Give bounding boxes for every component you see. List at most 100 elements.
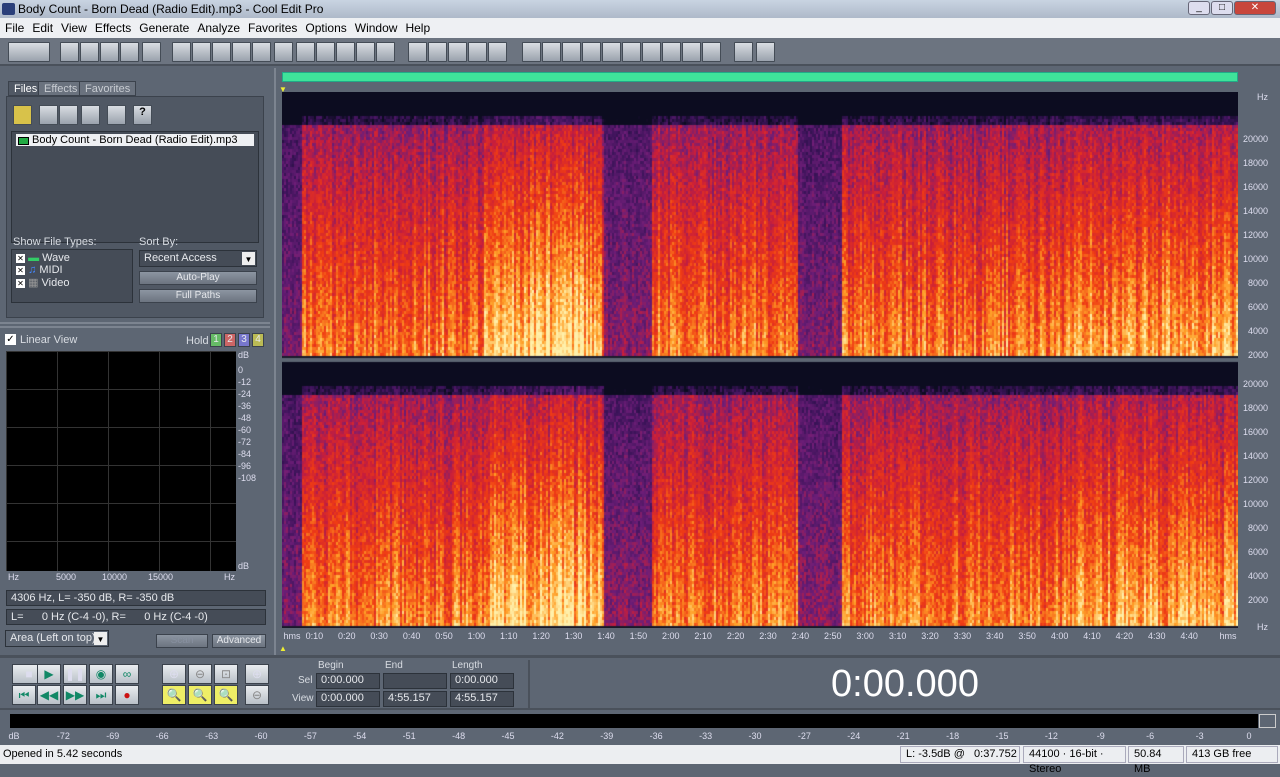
zoom-left-icon[interactable]: 🔍 bbox=[188, 685, 212, 705]
new-icon[interactable] bbox=[60, 42, 79, 62]
multitrack-2-icon[interactable] bbox=[468, 42, 487, 62]
view-end-field[interactable]: 4:55.157 bbox=[383, 691, 447, 707]
hold-1-button[interactable]: 1 bbox=[210, 333, 222, 347]
undo-icon[interactable] bbox=[172, 42, 191, 62]
file-list-item[interactable]: Body Count - Born Dead (Radio Edit).mp3 bbox=[16, 134, 254, 146]
tab-favorites[interactable]: Favorites bbox=[79, 81, 137, 96]
sort-by-select[interactable]: Recent Access ▼ bbox=[139, 250, 257, 267]
save-all-icon[interactable] bbox=[142, 42, 161, 62]
display-3-icon[interactable] bbox=[562, 42, 581, 62]
frequency-analysis-graph[interactable] bbox=[6, 351, 236, 571]
multitrack-icon[interactable] bbox=[448, 42, 467, 62]
menu-file[interactable]: File bbox=[5, 21, 24, 35]
redo-icon[interactable] bbox=[192, 42, 211, 62]
fast-forward-button[interactable]: ▶▶ bbox=[63, 685, 87, 705]
spectrogram-view[interactable] bbox=[282, 92, 1238, 628]
open-icon[interactable] bbox=[80, 42, 99, 62]
view-begin-field[interactable]: 0:00.000 bbox=[316, 691, 380, 707]
minimize-button[interactable]: _ bbox=[1188, 1, 1210, 15]
play-to-end-button[interactable]: ◉ bbox=[89, 664, 113, 684]
menu-generate[interactable]: Generate bbox=[139, 21, 189, 35]
edit-file-icon[interactable] bbox=[81, 105, 100, 125]
record-button[interactable]: ● bbox=[115, 685, 139, 705]
paste-new-icon[interactable] bbox=[336, 42, 355, 62]
chevron-down-icon[interactable]: ▼ bbox=[242, 252, 255, 265]
level-meter-icon[interactable] bbox=[662, 42, 681, 62]
repeat-icon[interactable] bbox=[212, 42, 231, 62]
linear-view-checkbox[interactable]: ✓ bbox=[5, 334, 16, 345]
extra-1-icon[interactable] bbox=[682, 42, 701, 62]
chevron-down-icon[interactable]: ▼ bbox=[94, 632, 107, 645]
splitter[interactable] bbox=[0, 322, 270, 328]
spectral-view-icon[interactable] bbox=[408, 42, 427, 62]
options-icon[interactable] bbox=[702, 42, 721, 62]
menu-options[interactable]: Options bbox=[305, 21, 346, 35]
go-to-end-button[interactable]: ⏭ bbox=[89, 685, 113, 705]
time-format-icon[interactable] bbox=[622, 42, 641, 62]
zoom-right-icon[interactable]: 🔍 bbox=[214, 685, 238, 705]
sel-length-field[interactable]: 0:00.000 bbox=[450, 673, 514, 689]
menu-help[interactable]: Help bbox=[405, 21, 430, 35]
hold-4-button[interactable]: 4 bbox=[252, 333, 264, 347]
paste-icon[interactable] bbox=[296, 42, 315, 62]
display-2-icon[interactable] bbox=[542, 42, 561, 62]
sel-end-field[interactable] bbox=[383, 673, 447, 689]
close-file-icon[interactable] bbox=[39, 105, 58, 125]
insert-cd-icon[interactable] bbox=[356, 42, 375, 62]
loop-button[interactable]: ∞ bbox=[115, 664, 139, 684]
hold-3-button[interactable]: 3 bbox=[238, 333, 250, 347]
go-to-start-button[interactable]: ⏮ bbox=[12, 685, 36, 705]
help-icon[interactable] bbox=[756, 42, 775, 62]
panel-splitter[interactable] bbox=[274, 68, 278, 655]
cut-icon[interactable] bbox=[274, 42, 293, 62]
zoom-out-icon[interactable]: ⊖ bbox=[188, 664, 212, 684]
start-marker-icon[interactable]: ▲ bbox=[279, 644, 287, 653]
full-paths-button[interactable]: Full Paths bbox=[139, 289, 257, 303]
options-icon[interactable] bbox=[107, 105, 126, 125]
time-ruler[interactable]: hms 0:10 0:20 0:30 0:40 0:50 1:00 1:10 1:20 1:30 1… bbox=[282, 628, 1238, 644]
maximize-button[interactable]: □ bbox=[1211, 1, 1233, 15]
auto-play-button[interactable]: Auto-Play bbox=[139, 271, 257, 285]
hold-2-button[interactable]: 2 bbox=[224, 333, 236, 347]
find-icon[interactable] bbox=[602, 42, 621, 62]
overview-bar[interactable] bbox=[282, 72, 1238, 82]
zoom-selection-icon[interactable]: 🔍 bbox=[162, 685, 186, 705]
script-icon[interactable] bbox=[734, 42, 753, 62]
play-button[interactable]: ▶ bbox=[37, 664, 61, 684]
sel-begin-field[interactable]: 0:00.000 bbox=[316, 673, 380, 689]
copy-icon[interactable] bbox=[252, 42, 271, 62]
rewind-button[interactable]: ◀◀ bbox=[37, 685, 61, 705]
play-cursor-icon[interactable] bbox=[582, 42, 601, 62]
open-file-icon[interactable] bbox=[13, 105, 32, 125]
envelope-icon[interactable] bbox=[428, 42, 447, 62]
snap-icon[interactable] bbox=[376, 42, 395, 62]
mix-paste-icon[interactable] bbox=[316, 42, 335, 62]
menu-window[interactable]: Window bbox=[355, 21, 398, 35]
pause-button[interactable]: ❚❚ bbox=[63, 664, 87, 684]
view-mode-select[interactable]: Area (Left on top) ▼ bbox=[5, 630, 109, 647]
checkbox-icon[interactable]: ✕ bbox=[16, 254, 25, 263]
menu-edit[interactable]: Edit bbox=[32, 21, 53, 35]
close-button[interactable]: ✕ bbox=[1234, 1, 1276, 15]
zoom-out-vertical-icon[interactable]: ⊖ bbox=[245, 685, 269, 705]
zoom-full-icon[interactable]: ⊡ bbox=[214, 664, 238, 684]
filetype-wave[interactable]: ✕ ▬ Wave bbox=[16, 252, 132, 264]
filetype-midi[interactable]: ✕ ♫ MIDI bbox=[16, 264, 132, 276]
save-as-icon[interactable] bbox=[120, 42, 139, 62]
scan-button[interactable]: Scan bbox=[156, 634, 208, 648]
menu-analyze[interactable]: Analyze bbox=[197, 21, 240, 35]
tab-effects[interactable]: Effects bbox=[38, 81, 84, 96]
file-list[interactable]: Body Count - Born Dead (Radio Edit).mp3 bbox=[11, 131, 259, 243]
zoom-in-vertical-icon[interactable]: ⊕ bbox=[245, 664, 269, 684]
help-icon[interactable]: ? bbox=[133, 105, 152, 125]
trim-icon[interactable] bbox=[232, 42, 251, 62]
menu-effects[interactable]: Effects bbox=[95, 21, 131, 35]
zoom-in-icon[interactable]: ⊕ bbox=[162, 664, 186, 684]
checkbox-icon[interactable]: ✕ bbox=[16, 266, 25, 275]
checkbox-icon[interactable]: ✕ bbox=[16, 279, 25, 288]
view-length-field[interactable]: 4:55.157 bbox=[450, 691, 514, 707]
save-icon[interactable] bbox=[100, 42, 119, 62]
display-1-icon[interactable] bbox=[522, 42, 541, 62]
filetype-video[interactable]: ✕ ▦ Video bbox=[16, 276, 132, 289]
waveform-view-icon[interactable] bbox=[8, 42, 50, 62]
